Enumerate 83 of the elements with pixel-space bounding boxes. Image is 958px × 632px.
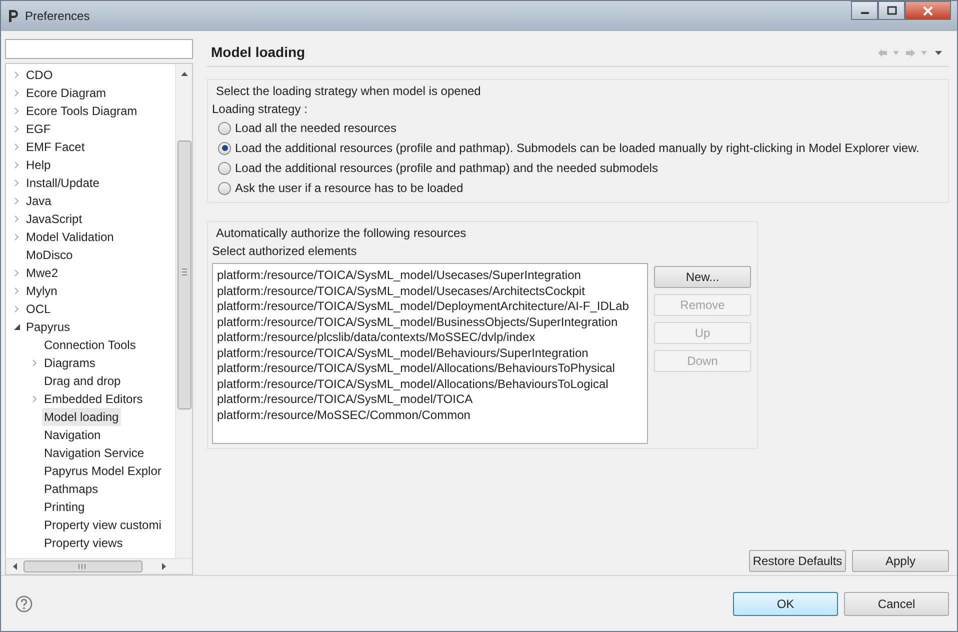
option-label: Load all the needed resources (235, 120, 396, 137)
tree-item[interactable]: Help (24, 156, 53, 174)
vertical-scrollbar[interactable] (175, 64, 192, 558)
option-label: Load the additional resources (profile and pathmap) and the needed submodels (235, 160, 658, 177)
expand-icon[interactable] (14, 232, 20, 241)
tree-item[interactable]: EGF (24, 120, 53, 138)
close-icon (923, 6, 933, 16)
expand-icon[interactable] (14, 178, 20, 187)
radio-button[interactable] (218, 122, 231, 134)
close-button[interactable] (905, 1, 951, 20)
group-title: Automatically authorize the following resources (215, 225, 468, 242)
expand-icon[interactable] (14, 286, 20, 295)
expand-icon[interactable] (14, 106, 20, 115)
tree-item[interactable]: Mwe2 (24, 264, 60, 282)
page-title: Model loading (210, 43, 306, 62)
tree-item[interactable]: Install/Update (24, 174, 102, 192)
field-label: Loading strategy : (212, 101, 308, 118)
tree-item[interactable]: Drag and drop (42, 372, 123, 390)
list-item[interactable]: platform:/resource/TOICA/SysML_model/DeploymentArchitecture/AI-F_IDLab (217, 299, 643, 314)
tree-item[interactable]: Navigation Service (42, 444, 146, 462)
expand-icon[interactable] (14, 214, 20, 223)
tree-item[interactable]: Papyrus (24, 318, 72, 336)
dialog-button[interactable]: OK (733, 592, 838, 616)
tree-item[interactable]: OCL (24, 300, 53, 318)
expand-icon[interactable] (14, 160, 20, 169)
list-action-button[interactable]: New... (654, 266, 751, 288)
expand-icon[interactable] (14, 268, 20, 277)
expand-icon[interactable] (14, 304, 20, 313)
list-item[interactable]: platform:/resource/TOICA/SysML_model/Usecases/SuperIntegration (217, 268, 643, 284)
tree-item[interactable]: Model loading (42, 408, 121, 426)
tree-item[interactable]: Ecore Diagram (24, 84, 108, 102)
tree-item[interactable]: Navigation (42, 426, 103, 444)
app-logo-icon (7, 9, 19, 23)
radio-button[interactable] (218, 162, 231, 174)
option-label: Ask the user if a resource has to be loaded (235, 180, 464, 197)
list-item[interactable]: platform:/resource/MoSSEC/Common/Common (217, 408, 643, 423)
tree-item[interactable]: Java (24, 192, 54, 210)
tree-item[interactable]: Property views (42, 534, 125, 552)
window-title: Preferences (25, 8, 90, 25)
tree-item[interactable]: MoDisco (24, 246, 75, 264)
page-button[interactable]: Restore Defaults (749, 550, 846, 572)
tree-item[interactable]: Diagrams (42, 354, 98, 372)
list-item[interactable]: platform:/resource/TOICA/SysML_model/Usecases/ArchitectsCockpit (217, 284, 643, 299)
radio-button[interactable] (218, 142, 231, 154)
expand-icon[interactable] (14, 88, 20, 97)
expand-icon[interactable] (14, 70, 20, 79)
group-title: Select the loading strategy when model is opened (215, 83, 482, 100)
list-item[interactable]: platform:/resource/TOICA/SysML_model/Behaviours/SuperIntegration (217, 346, 643, 361)
list-item[interactable]: platform:/resource/TOICA/SysML_model/TOICA (217, 392, 643, 408)
radio-button[interactable] (218, 182, 231, 194)
maximize-icon (886, 6, 896, 15)
resource-list[interactable] (212, 263, 648, 444)
tree-item[interactable]: CDO (24, 66, 55, 84)
tree-item[interactable]: Embedded Editors (42, 390, 145, 408)
horizontal-scrollbar[interactable] (6, 558, 192, 574)
list-item[interactable]: platform:/resource/plcslib/data/contexts/MoSSEC/dvlp/index (217, 330, 643, 346)
tree-item[interactable]: Pathmaps (42, 480, 100, 498)
tree-item[interactable]: EMF Facet (24, 138, 87, 156)
help-icon[interactable] (15, 594, 33, 612)
expand-icon[interactable] (32, 358, 38, 367)
expand-icon[interactable] (14, 142, 20, 151)
tree-item[interactable]: Mylyn (24, 282, 60, 300)
list-item[interactable]: platform:/resource/TOICA/SysML_model/BusinessObjects/SuperIntegration (217, 314, 643, 330)
tree-item[interactable]: JavaScript (24, 210, 84, 228)
tree-item[interactable]: Printing (42, 498, 87, 516)
tree-item[interactable]: Ecore Tools Diagram (24, 102, 140, 120)
option-label: Load the additional resources (profile and pathmap). Submodels can be loaded manually by right-clicking in Model Explorer view. (235, 140, 920, 157)
expand-icon[interactable] (14, 124, 20, 133)
minimize-button[interactable] (851, 1, 878, 20)
maximize-button[interactable] (878, 1, 905, 20)
tree-item[interactable]: Connection Tools (42, 336, 138, 354)
tree-item[interactable]: Papyrus Model Explor (42, 462, 164, 480)
tree-item[interactable]: Model Validation (24, 228, 116, 246)
filter-field[interactable] (5, 39, 193, 59)
list-item[interactable]: platform:/resource/TOICA/SysML_model/Allocations/BehavioursToLogical (217, 376, 643, 392)
dialog-button[interactable]: Cancel (844, 592, 949, 616)
expand-icon[interactable] (32, 394, 38, 403)
collapse-icon[interactable] (14, 322, 20, 331)
expand-icon[interactable] (14, 196, 20, 205)
field-label: Select authorized elements (212, 243, 358, 260)
page-button[interactable]: Apply (852, 550, 949, 572)
list-item[interactable]: platform:/resource/TOICA/SysML_model/Allocations/BehavioursToPhysical (217, 361, 643, 376)
tree-item[interactable]: Property view customi (42, 516, 164, 534)
